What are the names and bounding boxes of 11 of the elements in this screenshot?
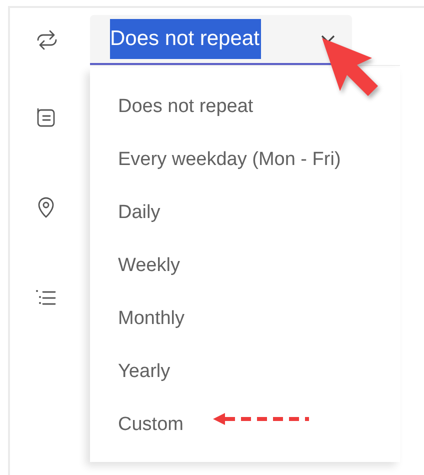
chevron-down-icon — [320, 34, 336, 44]
menu-option[interactable]: Custom — [90, 399, 400, 452]
menu-option[interactable]: Does not repeat — [90, 81, 400, 134]
note-icon — [35, 106, 57, 128]
repeat-icon — [35, 29, 57, 51]
menu-option[interactable]: Daily — [90, 187, 400, 240]
menu-option[interactable]: Weekly — [90, 240, 400, 293]
menu-option[interactable]: Every weekday (Mon - Fri) — [90, 134, 400, 187]
menu-option[interactable]: Monthly — [90, 293, 400, 346]
menu-option[interactable]: Yearly — [90, 346, 400, 399]
repeat-dropdown[interactable]: Does not repeat — [90, 15, 352, 65]
